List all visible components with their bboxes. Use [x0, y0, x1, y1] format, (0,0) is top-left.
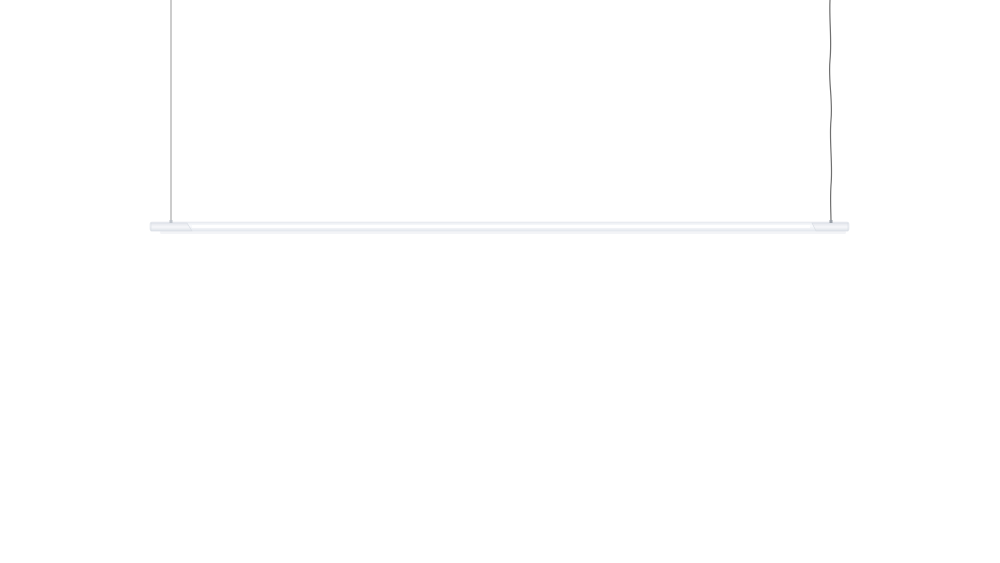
fixture-diffuser — [192, 225, 810, 228]
right-suspension-cable — [828, 0, 833, 223]
product-photo — [0, 0, 1000, 563]
left-cable-attachment — [169, 220, 173, 223]
right-cable-attachment — [829, 220, 833, 223]
fixture-shadow — [160, 231, 846, 234]
right-end-cap — [811, 222, 849, 232]
pendant-lamp-illustration — [149, 0, 850, 234]
left-end-cap — [150, 222, 193, 232]
